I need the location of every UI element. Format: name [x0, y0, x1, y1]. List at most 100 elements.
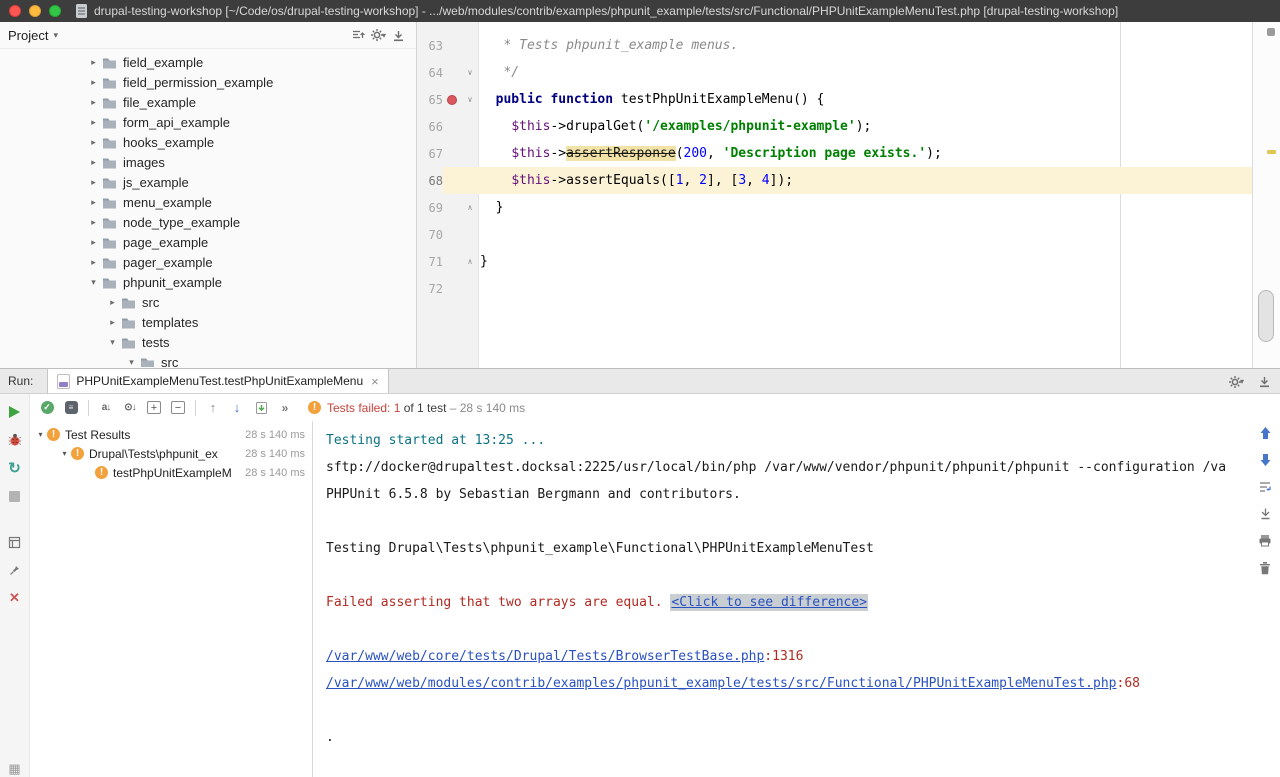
hide-passed-icon[interactable]: ✓: [40, 400, 54, 416]
chevron-down-icon[interactable]: ▾: [34, 430, 47, 439]
project-tree-item-menu_example[interactable]: ▸menu_example: [0, 192, 416, 212]
code-line-64[interactable]: 64∨ */: [417, 59, 1252, 86]
project-tree-item-phpunit_example[interactable]: ▾phpunit_example: [0, 272, 416, 292]
settings-gear-icon[interactable]: ▾: [368, 25, 388, 45]
project-tree-item-js_example[interactable]: ▸js_example: [0, 172, 416, 192]
rerun-button[interactable]: [6, 404, 24, 420]
stack-trace-file-link[interactable]: /var/www/web/modules/contrib/examples/ph…: [326, 676, 1117, 691]
chevron-right-icon[interactable]: ▸: [86, 217, 101, 228]
project-tree-item-templates[interactable]: ▸templates: [0, 312, 416, 332]
warning-stripe-marker[interactable]: [1267, 150, 1276, 154]
chevron-right-icon[interactable]: ▸: [86, 57, 101, 68]
previous-failed-test-icon[interactable]: ↑: [206, 400, 220, 416]
chevron-right-icon[interactable]: ▸: [86, 157, 101, 168]
chevron-down-icon[interactable]: ▾: [86, 277, 101, 288]
project-tree-item-src[interactable]: ▾src: [0, 352, 416, 367]
see-difference-link[interactable]: <Click to see difference>: [670, 594, 868, 611]
restore-layout-icon[interactable]: [6, 534, 24, 550]
code-line-71[interactable]: 71∧}: [417, 248, 1252, 275]
code-editor[interactable]: 63 * Tests phpunit_example menus.64∨ */6…: [417, 22, 1252, 368]
fold-marker-icon[interactable]: ∧: [461, 248, 479, 275]
failed-test-gutter-icon[interactable]: [447, 95, 457, 105]
project-tree-item-form_api_example[interactable]: ▸form_api_example: [0, 112, 416, 132]
code-line-72[interactable]: 72: [417, 275, 1252, 302]
chevron-right-icon[interactable]: ▸: [86, 117, 101, 128]
test-tree-row[interactable]: ▾!Drupal\Tests\phpunit_ex28 s 140 ms: [30, 444, 312, 463]
line-number: 68: [417, 167, 443, 194]
project-tree-item-page_example[interactable]: ▸page_example: [0, 232, 416, 252]
stack-trace-file-link[interactable]: /var/www/web/core/tests/Drupal/Tests/Bro…: [326, 649, 764, 664]
chevron-down-icon[interactable]: ▾: [105, 337, 120, 348]
scroll-to-end-icon[interactable]: [1257, 506, 1273, 521]
close-window-button[interactable]: [9, 5, 21, 17]
import-test-results-icon[interactable]: [254, 400, 268, 416]
chevron-right-icon[interactable]: ▸: [105, 297, 120, 308]
project-view-dropdown[interactable]: Project ▾: [8, 28, 58, 43]
project-tree-item-src[interactable]: ▸src: [0, 292, 416, 312]
folder-label: node_type_example: [123, 215, 240, 230]
chevron-right-icon[interactable]: ▸: [86, 97, 101, 108]
chevron-right-icon[interactable]: ▸: [86, 177, 101, 188]
close-panel-icon[interactable]: ✕: [6, 590, 24, 606]
sort-by-duration-icon[interactable]: ⊙↓: [123, 400, 137, 416]
close-tab-icon[interactable]: ×: [371, 374, 379, 389]
tool-window-switcher-icon[interactable]: ▦: [6, 761, 24, 777]
hide-panel-icon[interactable]: [1254, 372, 1274, 392]
test-tree-row[interactable]: !testPhpUnitExampleM28 s 140 ms: [30, 463, 312, 482]
console-output[interactable]: Testing started at 13:25 ...sftp://docke…: [314, 421, 1280, 777]
sort-alphabetically-icon[interactable]: a↓: [99, 400, 113, 416]
scrollbar-thumb[interactable]: [1258, 290, 1274, 342]
minimize-window-button[interactable]: [29, 5, 41, 17]
project-tree-item-field_permission_example[interactable]: ▸field_permission_example: [0, 72, 416, 92]
fold-marker-icon[interactable]: ∨: [461, 59, 479, 86]
editor-scrollbar[interactable]: [1252, 22, 1280, 368]
chevron-right-icon[interactable]: ▸: [86, 137, 101, 148]
code-line-70[interactable]: 70: [417, 221, 1252, 248]
pin-tab-icon[interactable]: [6, 562, 24, 578]
up-stack-trace-icon[interactable]: [1257, 425, 1273, 440]
project-tree-item-images[interactable]: ▸images: [0, 152, 416, 172]
chevron-right-icon[interactable]: ▸: [105, 317, 120, 328]
fold-marker-icon[interactable]: ∧: [461, 194, 479, 221]
test-tree-row[interactable]: ▾!Test Results28 s 140 ms: [30, 425, 312, 444]
soft-wrap-icon[interactable]: [1257, 479, 1273, 494]
project-tree-item-file_example[interactable]: ▸file_example: [0, 92, 416, 112]
stop-button[interactable]: [6, 488, 24, 504]
run-tab[interactable]: PHPUnitExampleMenuTest.testPhpUnitExampl…: [47, 369, 388, 393]
code-line-67[interactable]: 67 $this->assertResponse(200, 'Descripti…: [417, 140, 1252, 167]
fold-marker-icon[interactable]: ∨: [461, 86, 479, 113]
zoom-window-button[interactable]: [49, 5, 61, 17]
clear-console-icon[interactable]: [1257, 560, 1273, 575]
print-icon[interactable]: [1257, 533, 1273, 548]
code-line-65[interactable]: 65∨ public function testPhpUnitExampleMe…: [417, 86, 1252, 113]
collapse-all-icon[interactable]: −: [171, 401, 185, 414]
code-line-66[interactable]: 66 $this->drupalGet('/examples/phpunit-e…: [417, 113, 1252, 140]
project-tree-item-tests[interactable]: ▾tests: [0, 332, 416, 352]
chevron-down-icon[interactable]: ▾: [124, 357, 139, 368]
project-tree-item-pager_example[interactable]: ▸pager_example: [0, 252, 416, 272]
hide-panel-icon[interactable]: [388, 25, 408, 45]
down-stack-trace-icon[interactable]: [1257, 452, 1273, 467]
chevron-right-icon[interactable]: ▸: [86, 257, 101, 268]
chevron-right-icon[interactable]: ▸: [86, 77, 101, 88]
project-tree-item-field_example[interactable]: ▸field_example: [0, 52, 416, 72]
collapse-all-icon[interactable]: [348, 25, 368, 45]
folder-icon: [140, 356, 155, 368]
code-line-63[interactable]: 63 * Tests phpunit_example menus.: [417, 32, 1252, 59]
chevron-right-icon[interactable]: ▸: [86, 237, 101, 248]
next-failed-test-icon[interactable]: ↓: [230, 400, 244, 416]
expand-all-icon[interactable]: +: [147, 401, 161, 414]
settings-gear-icon[interactable]: ▾: [1226, 372, 1246, 392]
show-ignored-icon[interactable]: ≡: [64, 400, 78, 416]
project-tree-item-node_type_example[interactable]: ▸ node_type_example: [0, 212, 416, 232]
code-line-68[interactable]: 68 $this->assertEquals([1, 2], [3, 4]);: [417, 167, 1252, 194]
chevron-right-icon[interactable]: ▸: [86, 197, 101, 208]
status-failed-text: Tests failed: 1: [327, 401, 400, 415]
debug-icon[interactable]: [6, 432, 24, 448]
toolbar-overflow-icon[interactable]: »: [278, 400, 292, 416]
project-tree-item-hooks_example[interactable]: ▸hooks_example: [0, 132, 416, 152]
folder-icon: [102, 256, 117, 269]
toggle-auto-test-icon[interactable]: ↻: [6, 460, 24, 476]
code-line-69[interactable]: 69∧ }: [417, 194, 1252, 221]
chevron-down-icon[interactable]: ▾: [58, 449, 71, 458]
